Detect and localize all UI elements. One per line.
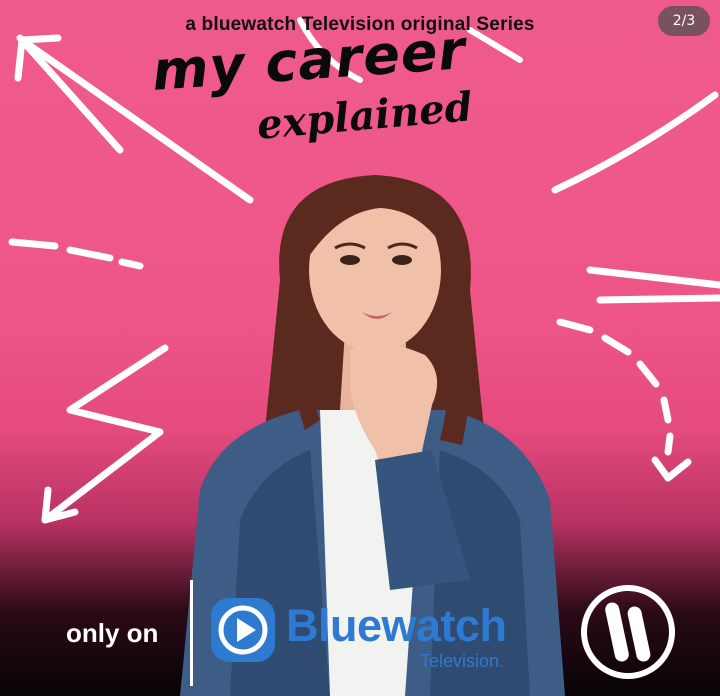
footer-divider <box>190 580 193 686</box>
brand-subtitle: Television. <box>420 651 505 671</box>
channel-logo-icon <box>581 585 675 679</box>
brand-name: Bluewatch <box>286 600 507 651</box>
poster-image: 2/3 a bluewatch Television original Seri… <box>0 0 720 696</box>
only-on-label: only on <box>66 618 159 648</box>
play-circle-icon <box>211 598 275 662</box>
